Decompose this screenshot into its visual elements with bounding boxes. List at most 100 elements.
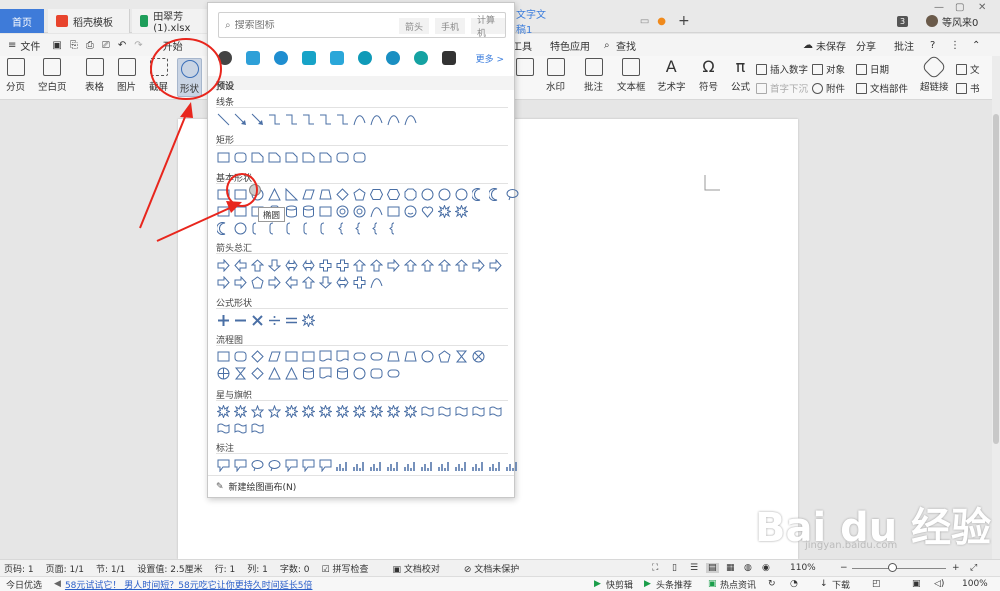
- shape-doc[interactable]: [318, 349, 332, 363]
- shape-plus[interactable]: [216, 313, 230, 327]
- shape-arrowU[interactable]: [369, 258, 383, 272]
- shape-rect[interactable]: [216, 150, 230, 164]
- shape-rect[interactable]: [216, 349, 230, 363]
- picture-button[interactable]: 图片: [117, 58, 136, 93]
- shape-snip[interactable]: [301, 150, 315, 164]
- shape-burst[interactable]: [318, 404, 332, 418]
- shape-flag[interactable]: [437, 404, 451, 418]
- shape-bar[interactable]: [437, 458, 451, 472]
- shape-bar[interactable]: [386, 458, 400, 472]
- shape-elbow[interactable]: [267, 112, 281, 126]
- shape-flag[interactable]: [454, 404, 468, 418]
- new-canvas-button[interactable]: ✎ 新建绘图画布(N): [208, 475, 514, 497]
- shape-ring[interactable]: [335, 204, 349, 218]
- collapse-icon[interactable]: ⌃: [972, 40, 980, 51]
- icon-search-input[interactable]: [234, 19, 385, 31]
- shape-curve[interactable]: [403, 112, 417, 126]
- shape-bar[interactable]: [403, 458, 417, 472]
- shape-arrowR[interactable]: [216, 275, 230, 289]
- shape-arrowR[interactable]: [386, 258, 400, 272]
- shape-can[interactable]: [335, 366, 349, 380]
- status-words[interactable]: 字数: 0: [280, 562, 310, 575]
- shape-star[interactable]: [250, 404, 264, 418]
- shape-elbow[interactable]: [335, 112, 349, 126]
- zoom-in-icon[interactable]: +: [952, 563, 960, 573]
- read-mode-icon[interactable]: ▯: [672, 563, 677, 573]
- shape-line[interactable]: [216, 112, 230, 126]
- page-view-icon[interactable]: ▤: [706, 563, 719, 573]
- shape-arrowU[interactable]: [352, 258, 366, 272]
- spell-check-button[interactable]: ☑ 拼写检查: [322, 562, 381, 575]
- download-icon[interactable]: ↓: [820, 579, 828, 589]
- shape-burst[interactable]: [369, 404, 383, 418]
- art-text-button[interactable]: A 艺术字: [657, 58, 686, 94]
- shape-sumj[interactable]: [471, 349, 485, 363]
- shape-elbow[interactable]: [284, 112, 298, 126]
- news-link[interactable]: 热点资讯: [720, 578, 756, 591]
- shape-minus[interactable]: [233, 313, 247, 327]
- shape-callout[interactable]: [233, 458, 247, 472]
- tab-template[interactable]: 稻壳模板: [48, 9, 130, 33]
- shape-burst[interactable]: [216, 404, 230, 418]
- table-button[interactable]: 表格: [85, 58, 104, 93]
- shape-rrect[interactable]: [352, 150, 366, 164]
- shape-burst[interactable]: [301, 404, 315, 418]
- new-tab-button[interactable]: +: [678, 9, 690, 33]
- shape-moon[interactable]: [488, 187, 502, 201]
- shape-rect[interactable]: [318, 204, 332, 218]
- shape-ocall[interactable]: [250, 458, 264, 472]
- shape-cross[interactable]: [352, 275, 366, 289]
- fullscreen-icon[interactable]: ⛶: [652, 563, 658, 573]
- shape-term[interactable]: [369, 349, 383, 363]
- shape-can[interactable]: [301, 204, 315, 218]
- shape-snip[interactable]: [318, 150, 332, 164]
- shape-rtri[interactable]: [284, 187, 298, 201]
- text-button[interactable]: 文: [956, 62, 980, 76]
- shape-arrowD[interactable]: [318, 275, 332, 289]
- shape-arrowU[interactable]: [420, 258, 434, 272]
- status-page-number[interactable]: 页码: 1: [4, 562, 34, 575]
- shape-callout[interactable]: [301, 458, 315, 472]
- menu-start[interactable]: 开始: [163, 38, 183, 53]
- shape-arrowU[interactable]: [250, 258, 264, 272]
- today-picks[interactable]: 今日优选: [6, 578, 42, 591]
- shape-rect[interactable]: [233, 204, 247, 218]
- bookmark-button[interactable]: 书: [956, 81, 980, 95]
- shape-bar[interactable]: [488, 458, 502, 472]
- print-icon[interactable]: ⎙: [86, 40, 94, 51]
- shape-para[interactable]: [301, 187, 315, 201]
- shape-bar[interactable]: [420, 458, 434, 472]
- shape-ocall[interactable]: [267, 458, 281, 472]
- shape-brace[interactable]: [335, 221, 349, 235]
- shape-circ[interactable]: [454, 187, 468, 201]
- maximize-icon[interactable]: ▢: [955, 2, 964, 13]
- shape-bar[interactable]: [335, 458, 349, 472]
- shape-divide[interactable]: [267, 313, 281, 327]
- shape-rect[interactable]: [386, 204, 400, 218]
- shape-circ[interactable]: [352, 366, 366, 380]
- shape-arrowline[interactable]: [250, 112, 264, 126]
- hamburger-icon[interactable]: ≡: [8, 40, 16, 51]
- close-icon[interactable]: ✕: [978, 2, 986, 13]
- shape-snip[interactable]: [250, 150, 264, 164]
- shape-snip[interactable]: [267, 150, 281, 164]
- shape-hourglass[interactable]: [233, 366, 247, 380]
- shape-term[interactable]: [386, 366, 400, 380]
- shape-trap[interactable]: [386, 349, 400, 363]
- shape-callout[interactable]: [216, 458, 230, 472]
- shape-burst[interactable]: [437, 204, 451, 218]
- shape-arrowR[interactable]: [233, 275, 247, 289]
- shape-pent[interactable]: [250, 275, 264, 289]
- computer-icon[interactable]: [302, 51, 316, 65]
- shape-bracket[interactable]: [318, 221, 332, 235]
- chart-icon[interactable]: [330, 51, 344, 65]
- shape-flag[interactable]: [216, 421, 230, 435]
- tab-home[interactable]: 首页: [0, 9, 44, 33]
- shape-burst[interactable]: [335, 404, 349, 418]
- shape-brace[interactable]: [386, 221, 400, 235]
- shape-pent[interactable]: [437, 349, 451, 363]
- insert-icon-button[interactable]: [516, 58, 534, 79]
- shape-oct[interactable]: [403, 187, 417, 201]
- menu-help[interactable]: ?: [930, 40, 935, 51]
- tab-doc[interactable]: 文字文稿1 ▭ ●: [516, 9, 666, 36]
